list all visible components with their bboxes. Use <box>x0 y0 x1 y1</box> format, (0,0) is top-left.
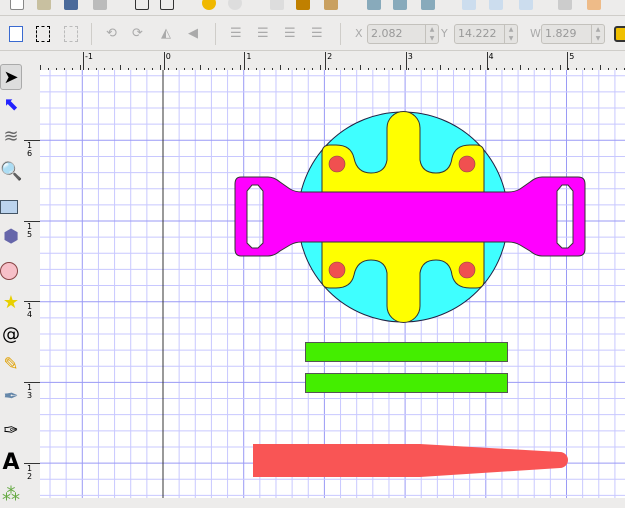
ruler-label: 2 <box>327 52 333 61</box>
x-field[interactable]: 2.082 ▲ ▼ <box>367 24 439 44</box>
3d-box-tool-icon[interactable]: ⬢ <box>0 224 22 250</box>
flip-vertical-icon[interactable]: ◀ <box>188 26 202 42</box>
spiral-tool-icon[interactable]: @ <box>0 322 22 348</box>
vertical-ruler[interactable]: 16 15 14 13 12 <box>24 70 40 498</box>
tweak-tool-icon[interactable]: ≋ <box>0 124 22 150</box>
rotate-ccw-icon[interactable]: ⟲ <box>106 26 120 42</box>
ruler-label: -1 <box>85 52 93 61</box>
ruler-label: 13 <box>27 383 33 401</box>
select-all-layers-icon[interactable] <box>36 26 50 42</box>
import-icon[interactable] <box>135 0 149 10</box>
duplicate-icon[interactable] <box>462 0 476 10</box>
selector-tool-icon[interactable]: ➤ <box>0 64 22 90</box>
ruler-label: 15 <box>27 221 33 239</box>
commands-toolbar <box>0 0 625 16</box>
select-all-icon[interactable] <box>9 26 23 42</box>
pen-tool-icon[interactable]: ✒ <box>0 384 22 410</box>
red-dot[interactable] <box>328 261 346 279</box>
green-bar[interactable] <box>305 342 508 362</box>
print-icon[interactable] <box>93 0 107 10</box>
y-label: Y <box>441 27 448 40</box>
spray-tool-icon[interactable]: ⁂ <box>0 482 22 508</box>
canvas-svg <box>40 70 625 498</box>
zoom-drawing-icon[interactable] <box>393 0 407 10</box>
ruler-major-tick <box>325 52 327 70</box>
text-tool-icon[interactable]: A <box>0 450 22 476</box>
w-field[interactable]: 1.829 ▲ ▼ <box>541 24 605 44</box>
save-icon[interactable] <box>64 0 78 10</box>
green-bar[interactable] <box>305 373 508 393</box>
x-label: X <box>355 27 363 40</box>
ruler-label: 3 <box>407 52 413 61</box>
red-dot[interactable] <box>458 155 476 173</box>
star-tool-icon[interactable]: ★ <box>0 290 22 316</box>
flip-horizontal-icon[interactable]: ◭ <box>161 26 175 42</box>
ruler-label: 0 <box>165 52 171 61</box>
calligraphy-tool-icon[interactable]: ✑ <box>0 418 22 444</box>
red-dot[interactable] <box>328 155 346 173</box>
y-spinner[interactable]: ▲ ▼ <box>504 25 517 43</box>
group-icon[interactable] <box>558 0 572 10</box>
ruler-label: 4 <box>488 52 494 61</box>
ruler-label: 1 <box>246 52 252 61</box>
ruler-label: 16 <box>27 141 33 158</box>
clone-icon[interactable] <box>489 0 503 10</box>
ungroup-icon[interactable] <box>587 0 601 10</box>
lock-icon[interactable] <box>614 26 625 42</box>
raise-icon[interactable]: ☰ <box>284 26 298 42</box>
paste-icon[interactable] <box>324 0 338 10</box>
red-dot[interactable] <box>458 261 476 279</box>
lower-to-bottom-icon[interactable]: ☰ <box>230 26 244 42</box>
ruler-major-tick <box>163 52 165 70</box>
rotate-cw-icon[interactable]: ⟳ <box>132 26 146 42</box>
ruler-major-tick <box>83 52 84 70</box>
zoom-selection-icon[interactable] <box>367 0 381 10</box>
red-blade[interactable] <box>253 444 568 477</box>
zoom-tool-icon[interactable]: 🔍 <box>0 159 22 185</box>
cut-icon[interactable] <box>296 0 310 10</box>
x-spinner[interactable]: ▲ ▼ <box>425 25 438 43</box>
toolbox: ➤ ⬉ ≋ 🔍 ⬢ ★ @ ✎ ✒ ✑ A ⁂ <box>0 62 24 505</box>
copy-icon[interactable] <box>270 0 284 10</box>
node-tool-icon[interactable]: ⬉ <box>0 92 22 118</box>
ruler-label: 5 <box>569 52 575 61</box>
horizontal-ruler[interactable]: -1 0 1 2 3 4 5 <box>40 52 625 70</box>
ruler-major-tick <box>244 52 246 70</box>
drawing-canvas[interactable] <box>40 70 625 498</box>
redo-icon[interactable] <box>228 0 242 10</box>
w-spinner[interactable]: ▲ ▼ <box>591 25 604 43</box>
pencil-tool-icon[interactable]: ✎ <box>0 352 22 378</box>
open-icon[interactable] <box>37 0 51 10</box>
new-document-icon[interactable] <box>10 0 24 10</box>
x-value: 2.082 <box>371 27 403 40</box>
undo-icon[interactable] <box>202 0 216 10</box>
ruler-label: 12 <box>27 463 33 481</box>
ruler-major-tick <box>405 52 407 70</box>
y-value: 14.222 <box>458 27 497 40</box>
deselect-icon[interactable] <box>64 26 78 42</box>
w-value: 1.829 <box>545 27 577 40</box>
raise-to-top-icon[interactable]: ☰ <box>311 26 325 42</box>
export-icon[interactable] <box>160 0 174 10</box>
zoom-page-icon[interactable] <box>421 0 435 10</box>
lower-icon[interactable]: ☰ <box>257 26 271 42</box>
ellipse-tool-icon[interactable] <box>0 257 22 283</box>
y-field[interactable]: 14.222 ▲ ▼ <box>454 24 518 44</box>
selector-controls-toolbar: ⟲ ⟳ ◭ ◀ ☰ ☰ ☰ ☰ X 2.082 ▲ ▼ Y 14.222 ▲ ▼ W 1… <box>0 17 625 51</box>
rectangle-tool-icon[interactable] <box>0 194 22 220</box>
unlink-clone-icon[interactable] <box>519 0 533 10</box>
w-label: W <box>530 27 541 40</box>
ruler-label: 14 <box>27 302 33 320</box>
